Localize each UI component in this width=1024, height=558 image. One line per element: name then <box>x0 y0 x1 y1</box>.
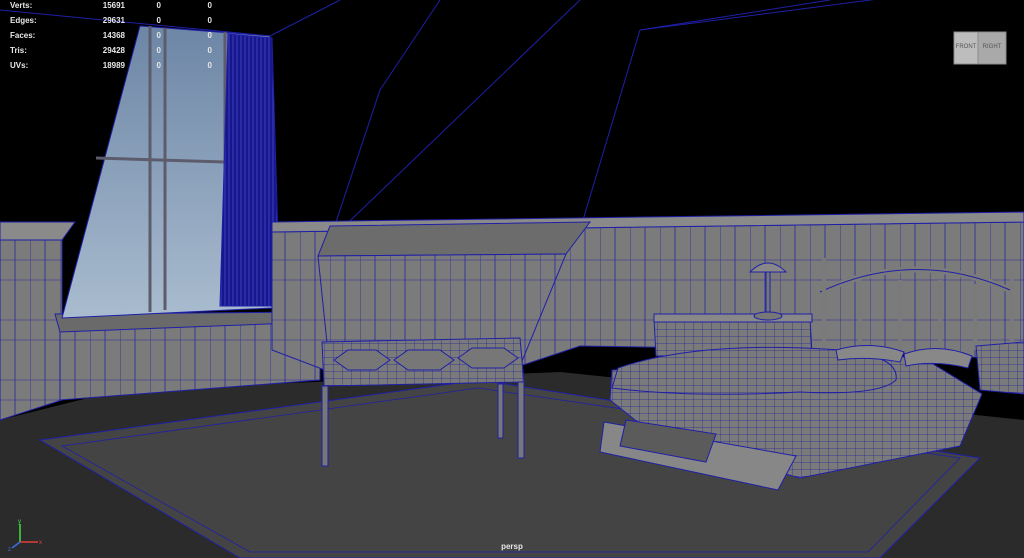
hud-stat-value: 15691 <box>102 1 125 10</box>
hud-stat-selected: 0 <box>156 31 161 40</box>
hud-stat-value: 18989 <box>102 61 125 70</box>
scene-wireframe[interactable] <box>0 0 1024 558</box>
hud-row: Tris: 29428 0 0 <box>10 46 220 56</box>
hud-stat-selected: 0 <box>156 1 161 10</box>
hud-row: UVs: 18989 0 0 <box>10 61 220 71</box>
hud-stat-value: 29631 <box>102 16 125 25</box>
hud-stat-value: 29428 <box>102 46 125 55</box>
axis-y-label: y <box>18 519 21 525</box>
hud-stat-selected-2: 0 <box>207 46 212 55</box>
hud-stat-selected-2: 0 <box>207 61 212 70</box>
hud-row: Faces: 14368 0 0 <box>10 31 220 41</box>
hud-stat-label: Edges: <box>10 16 37 25</box>
hud-stat-label: Verts: <box>10 1 33 10</box>
hud-stat-selected: 0 <box>156 46 161 55</box>
left-wall <box>0 239 63 421</box>
hud-stat-selected: 0 <box>156 61 161 70</box>
curtain <box>219 33 281 307</box>
hud-stat-selected-2: 0 <box>207 1 212 10</box>
hud-stat-selected-2: 0 <box>207 16 212 25</box>
hud-stat-label: UVs: <box>10 61 29 70</box>
right-nightstand[interactable] <box>975 341 1024 395</box>
hud-stat-value: 14368 <box>102 31 125 40</box>
view-cube[interactable]: FRONT RIGHT <box>952 26 1008 70</box>
hud-row: Verts: 15691 0 0 <box>10 1 220 11</box>
hud-row: Edges: 29631 0 0 <box>10 16 220 26</box>
viewcube-front-label[interactable]: FRONT <box>956 44 977 50</box>
hud-stat-selected: 0 <box>156 16 161 25</box>
hud-stat-label: Faces: <box>10 31 36 40</box>
hud-stat-selected-2: 0 <box>207 31 212 40</box>
viewcube-right-label[interactable]: RIGHT <box>983 44 1002 50</box>
camera-name-label: persp <box>501 542 523 551</box>
hud-stat-label: Tris: <box>10 46 27 55</box>
3d-viewport[interactable]: Verts: 15691 0 0 Edges: 29631 0 0 Faces: 14368 0 0 T… <box>0 0 1024 558</box>
